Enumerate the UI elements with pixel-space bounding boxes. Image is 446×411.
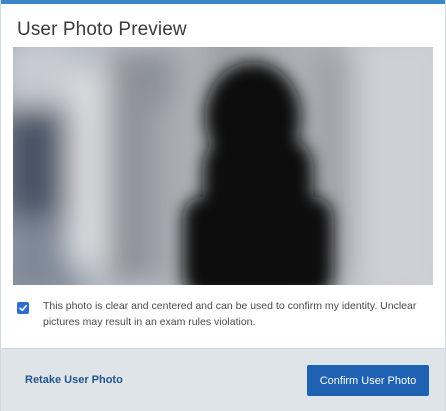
confirm-photo-button[interactable]: Confirm User Photo	[307, 365, 429, 396]
dialog-footer: Retake User Photo Confirm User Photo	[1, 348, 445, 411]
checkmark-icon	[19, 305, 27, 312]
consent-text: This photo is clear and centered and can…	[43, 300, 417, 328]
consent-checkbox[interactable]	[17, 302, 29, 314]
user-photo	[13, 47, 433, 285]
dialog-accent-bar	[1, 0, 445, 4]
dialog-title: User Photo Preview	[17, 19, 187, 40]
photo-preview-dialog: User Photo Preview This photo is clear a…	[0, 0, 446, 411]
retake-photo-link[interactable]: Retake User Photo	[25, 374, 123, 386]
